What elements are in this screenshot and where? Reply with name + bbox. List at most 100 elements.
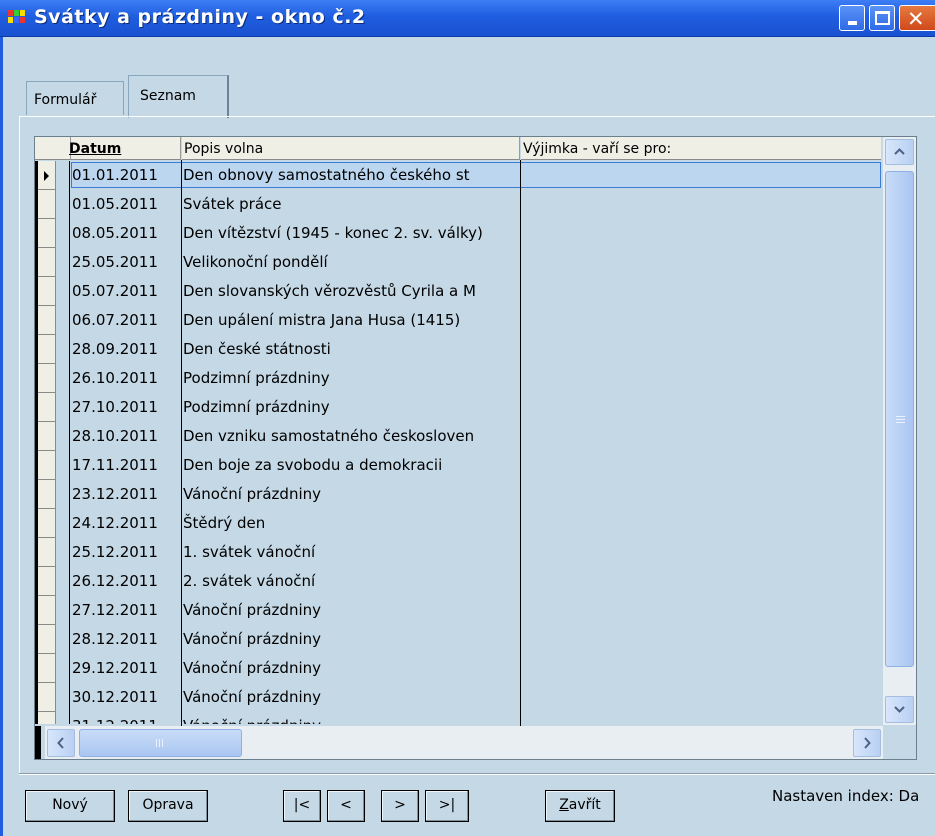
table-row[interactable]: 01.01.2011 Den obnovy samostatného českéh… [35,161,881,190]
table-row[interactable]: 01.05.2011 Svátek práce [35,190,881,219]
cell-datum[interactable]: 24.12.2011 [72,509,180,538]
scroll-up-button[interactable] [885,139,914,165]
row-indicator[interactable] [35,335,70,364]
cell-datum[interactable]: 05.07.2011 [72,277,180,306]
cell-popis[interactable]: Podzimní prázdniny [183,364,519,393]
first-record-button[interactable]: |< [283,790,321,822]
cell-datum[interactable]: 29.12.2011 [72,654,180,683]
cell-datum[interactable]: 26.10.2011 [72,364,180,393]
cell-popis[interactable]: Vánoční prázdniny [183,596,519,625]
cell-datum[interactable]: 27.10.2011 [72,393,180,422]
cell-popis[interactable]: Den upálení mistra Jana Husa (1415) [183,306,519,335]
scroll-left-button[interactable] [47,729,75,757]
row-indicator[interactable] [35,712,70,724]
row-indicator[interactable] [35,654,70,683]
row-indicator[interactable] [35,277,70,306]
minimize-button[interactable] [839,5,865,31]
cell-popis[interactable]: Den slovanských věrozvěstů Cyrila a M [183,277,519,306]
row-indicator[interactable] [35,422,70,451]
close-button[interactable]: Zavřít [545,790,615,822]
cell-datum[interactable]: 28.10.2011 [72,422,180,451]
row-indicator[interactable] [35,451,70,480]
row-indicator[interactable] [35,219,70,248]
maximize-button[interactable] [869,5,895,31]
new-button[interactable]: Nový [25,790,115,822]
row-indicator[interactable] [35,161,70,190]
title-bar[interactable]: Svátky a prázdniny - okno č.2 ✕ [0,0,935,37]
previous-record-button[interactable]: < [327,790,365,822]
horizontal-scrollbar[interactable] [45,726,883,759]
cell-popis[interactable]: Podzimní prázdniny [183,393,519,422]
row-indicator[interactable] [35,567,70,596]
cell-popis[interactable]: Velikonoční pondělí [183,248,519,277]
table-row[interactable]: 08.05.2011 Den vítězství (1945 - konec 2.… [35,219,881,248]
cell-datum[interactable]: 17.11.2011 [72,451,180,480]
cell-popis[interactable]: Den vítězství (1945 - konec 2. sv. války… [183,219,519,248]
row-indicator[interactable] [35,364,70,393]
table-row[interactable]: 24.12.2011 Štědrý den [35,509,881,538]
cell-popis[interactable]: Vánoční prázdniny [183,625,519,654]
row-indicator[interactable] [35,596,70,625]
close-window-button[interactable]: ✕ [899,5,935,31]
table-row[interactable]: 23.12.2011 Vánoční prázdniny [35,480,881,509]
scroll-right-button[interactable] [853,729,881,757]
last-record-button[interactable]: >| [425,790,469,822]
cell-datum[interactable]: 25.12.2011 [72,538,180,567]
cell-popis[interactable]: Den obnovy samostatného českého st [183,161,519,190]
table-row[interactable]: 28.09.2011 Den české státnosti [35,335,881,364]
row-indicator[interactable] [35,480,70,509]
table-row[interactable]: 27.12.2011 Vánoční prázdniny [35,596,881,625]
cell-popis[interactable]: Štědrý den [183,509,519,538]
cell-popis[interactable]: Den boje za svobodu a demokracii [183,451,519,480]
cell-datum[interactable]: 27.12.2011 [72,596,180,625]
cell-datum[interactable]: 26.12.2011 [72,567,180,596]
cell-popis[interactable]: Vánoční prázdniny [183,683,519,712]
horizontal-scroll-thumb[interactable] [79,729,242,757]
row-indicator[interactable] [35,306,70,335]
row-indicator[interactable] [35,625,70,654]
cell-datum[interactable]: 28.12.2011 [72,625,180,654]
cell-datum[interactable]: 31.12.2011 [72,712,180,724]
column-header-popis[interactable]: Popis volna [182,137,520,160]
cell-popis[interactable]: Vánoční prázdniny [183,654,519,683]
cell-popis[interactable]: 2. svátek vánoční [183,567,519,596]
cell-popis[interactable]: Den české státnosti [183,335,519,364]
row-indicator[interactable] [35,683,70,712]
cell-popis[interactable]: Svátek práce [183,190,519,219]
table-row[interactable]: 25.05.2011 Velikonoční pondělí [35,248,881,277]
cell-datum[interactable]: 01.05.2011 [72,190,180,219]
table-row[interactable]: 26.10.2011 Podzimní prázdniny [35,364,881,393]
cell-datum[interactable]: 08.05.2011 [72,219,180,248]
table-row[interactable]: 28.10.2011 Den vzniku samostatného českos… [35,422,881,451]
table-row[interactable]: 31.12.2011Vánoční prázdniny [35,712,881,724]
table-row[interactable]: 06.07.2011 Den upálení mistra Jana Husa (… [35,306,881,335]
vertical-scroll-thumb[interactable] [885,171,914,667]
table-row[interactable]: 27.10.2011 Podzimní prázdniny [35,393,881,422]
tab-formular[interactable]: Formulář [26,81,124,115]
column-header-datum[interactable]: Datum [69,137,181,160]
cell-popis[interactable]: Vánoční prázdniny [183,712,519,724]
cell-popis[interactable]: 1. svátek vánoční [183,538,519,567]
row-indicator[interactable] [35,248,70,277]
cell-datum[interactable]: 01.01.2011 [72,161,180,190]
table-row[interactable]: 29.12.2011 Vánoční prázdniny [35,654,881,683]
row-indicator[interactable] [35,538,70,567]
cell-datum[interactable]: 23.12.2011 [72,480,180,509]
cell-datum[interactable]: 28.09.2011 [72,335,180,364]
table-row[interactable]: 28.12.2011 Vánoční prázdniny [35,625,881,654]
table-row[interactable]: 30.12.2011 Vánoční prázdniny [35,683,881,712]
row-indicator[interactable] [35,509,70,538]
edit-button[interactable]: Oprava [128,790,208,822]
next-record-button[interactable]: > [381,790,419,822]
row-indicator[interactable] [35,393,70,422]
scroll-down-button[interactable] [885,696,914,723]
table-row[interactable]: 17.11.2011 Den boje za svobodu a demokrac… [35,451,881,480]
row-indicator[interactable] [35,190,70,219]
table-row[interactable]: 05.07.2011 Den slovanských věrozvěstů Cyr… [35,277,881,306]
column-header-vyjimka[interactable]: Výjimka - vaří se pro: [521,137,881,160]
holiday-grid[interactable]: Datum Popis volna Výjimka - vaří se pro:… [34,136,917,760]
cell-datum[interactable]: 25.05.2011 [72,248,180,277]
table-row[interactable]: 26.12.2011 2. svátek vánoční [35,567,881,596]
cell-popis[interactable]: Vánoční prázdniny [183,480,519,509]
tab-seznam[interactable]: Seznam [128,75,229,118]
